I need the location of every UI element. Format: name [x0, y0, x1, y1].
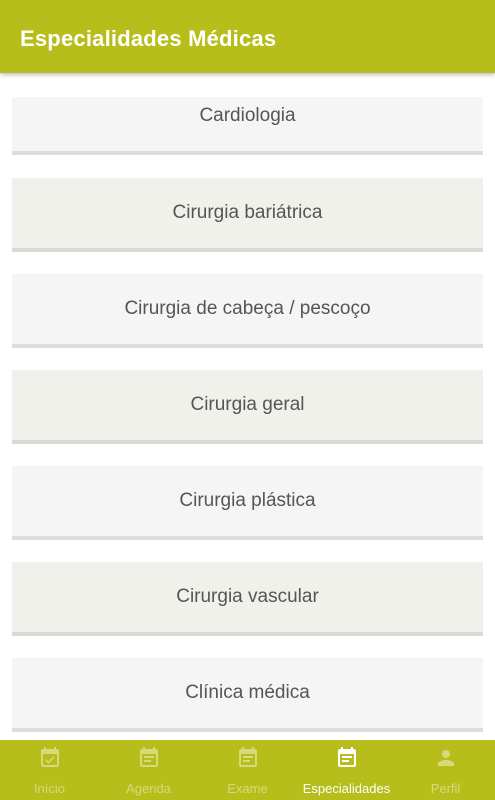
- nav-tab-label: Início: [33, 781, 66, 796]
- nav-tab-perfil[interactable]: Perfil: [396, 740, 495, 800]
- nav-tab-agenda[interactable]: Agenda: [99, 740, 198, 800]
- nav-tab-inicio[interactable]: Início: [0, 740, 99, 800]
- nav-tab-label: Especialidades: [302, 781, 391, 796]
- person-icon: [437, 750, 454, 766]
- specialty-item-cirurgia-bariatrica[interactable]: Cirurgia bariátrica: [12, 178, 483, 252]
- specialty-item-cardiologia[interactable]: Cardiologia: [12, 97, 483, 155]
- specialty-list[interactable]: Cardiologia Cirurgia bariátrica Cirurgia…: [0, 73, 495, 740]
- specialty-item-clinica-medica[interactable]: Clínica médica: [12, 658, 483, 732]
- nav-tab-exame[interactable]: Exame: [198, 740, 297, 800]
- specialty-item-cirurgia-cabeca-pescoco[interactable]: Cirurgia de cabeça / pescoço: [12, 274, 483, 348]
- bottom-navigation: Início Agenda Exame Especialidades Perfi…: [0, 740, 495, 800]
- calendar-check-icon: [40, 747, 59, 767]
- specialty-item-cirurgia-geral[interactable]: Cirurgia geral: [12, 370, 483, 444]
- specialty-item-cirurgia-vascular[interactable]: Cirurgia vascular: [12, 562, 483, 636]
- specialty-item-cirurgia-plastica[interactable]: Cirurgia plástica: [12, 466, 483, 540]
- calendar-list-icon: [139, 747, 158, 767]
- app-bar: Especialidades Médicas: [0, 0, 495, 73]
- nav-tab-especialidades[interactable]: Especialidades: [297, 740, 396, 800]
- nav-tab-label: Exame: [227, 781, 268, 796]
- nav-tab-label: Agenda: [126, 781, 171, 796]
- calendar-list-icon: [238, 747, 257, 767]
- nav-tab-label: Perfil: [430, 781, 461, 796]
- page-title: Especialidades Médicas: [20, 26, 277, 51]
- calendar-list-icon: [337, 747, 356, 767]
